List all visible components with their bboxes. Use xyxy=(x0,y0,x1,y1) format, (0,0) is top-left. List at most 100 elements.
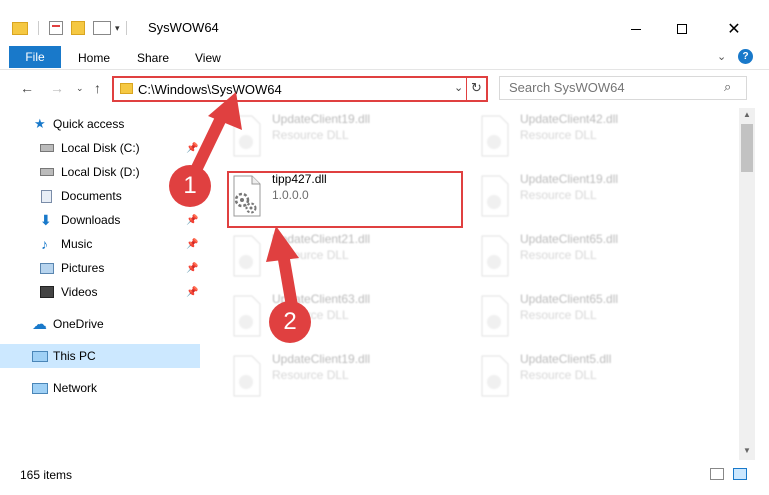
documents-icon xyxy=(41,189,52,203)
new-folder-icon[interactable] xyxy=(71,21,85,35)
sidebar-item-label: Local Disk (D:) xyxy=(61,165,140,179)
sidebar-item-label: Pictures xyxy=(61,261,105,275)
separator xyxy=(38,21,39,35)
file-list: UpdateClient19.dll Resource DLL tipp427.… xyxy=(206,108,739,460)
file-item[interactable]: UpdateClient63.dll Resource DLL xyxy=(228,290,468,342)
sidebar-item-videos[interactable]: Videos 📌 xyxy=(0,280,200,304)
tab-home[interactable]: Home xyxy=(78,51,110,65)
dll-file-icon xyxy=(481,115,509,157)
chevron-down-icon[interactable]: ▾ xyxy=(115,23,120,34)
search-box[interactable]: ⌕ xyxy=(499,76,747,100)
back-arrow-icon[interactable]: ← xyxy=(20,80,34,96)
address-row: ← → ⌄ ↑ C:\Windows\SysWOW64 ⌄ ↻ ⌕ xyxy=(0,70,769,106)
cloud-icon: ☁ xyxy=(32,316,47,333)
details-view-icon[interactable] xyxy=(710,468,724,480)
file-type: Resource DLL xyxy=(272,368,349,382)
file-item[interactable]: UpdateClient19.dll Resource DLL xyxy=(228,350,468,402)
address-bar[interactable]: C:\Windows\SysWOW64 ⌄ ↻ xyxy=(112,76,488,102)
pin-icon[interactable]: 📌 xyxy=(186,239,198,250)
recent-locations-chevron-icon[interactable]: ⌄ xyxy=(76,83,84,94)
maximize-icon xyxy=(677,24,687,34)
dll-file-icon xyxy=(233,115,261,157)
customize-toolbar-icon[interactable] xyxy=(93,21,111,35)
sidebar-item-pictures[interactable]: Pictures 📌 xyxy=(0,256,200,280)
dll-file-icon xyxy=(233,235,261,277)
close-button[interactable]: ✕ xyxy=(711,14,757,44)
network-icon xyxy=(32,382,48,394)
file-item[interactable]: UpdateClient65.dll Resource DLL xyxy=(476,230,716,282)
step-1-number: 1 xyxy=(183,172,197,199)
separator xyxy=(125,21,127,35)
pin-icon[interactable]: 📌 xyxy=(186,287,198,298)
properties-icon[interactable] xyxy=(49,21,63,35)
videos-icon xyxy=(40,286,54,298)
dll-file-icon xyxy=(481,355,509,397)
file-type: Resource DLL xyxy=(272,248,349,262)
large-icons-view-icon[interactable] xyxy=(733,468,747,480)
tab-share[interactable]: Share xyxy=(137,51,169,65)
file-type: Resource DLL xyxy=(520,368,597,382)
tab-file[interactable]: File xyxy=(9,46,61,68)
help-icon[interactable]: ? xyxy=(738,49,753,64)
expand-ribbon-icon[interactable]: ⌄ xyxy=(717,50,726,63)
item-count: 165 items xyxy=(20,468,73,482)
search-input[interactable] xyxy=(509,80,709,95)
dll-file-icon xyxy=(233,295,261,337)
sidebar-item-label: Local Disk (C:) xyxy=(61,141,140,155)
file-type: Resource DLL xyxy=(520,248,597,262)
forward-arrow-icon[interactable]: → xyxy=(50,80,64,96)
pin-icon[interactable]: 📌 xyxy=(186,215,198,226)
sidebar-item-documents[interactable]: Documents 📌 xyxy=(0,184,200,208)
file-item[interactable]: UpdateClient65.dll Resource DLL xyxy=(476,290,716,342)
quick-access-toolbar: ▾ xyxy=(12,18,127,38)
dll-file-icon xyxy=(481,295,509,337)
sidebar-item-local-disk-d[interactable]: Local Disk (D:) xyxy=(0,160,200,184)
sidebar-item-label: Music xyxy=(61,237,93,251)
download-icon: ⬇ xyxy=(40,211,52,228)
up-arrow-icon[interactable]: ↑ xyxy=(94,80,101,96)
tab-view[interactable]: View xyxy=(195,51,221,65)
sidebar-item-quick-access[interactable]: ★ Quick access xyxy=(0,112,200,136)
file-item[interactable]: UpdateClient19.dll Resource DLL xyxy=(228,110,468,162)
file-item[interactable]: UpdateClient5.dll Resource DLL xyxy=(476,350,716,402)
scroll-thumb[interactable] xyxy=(741,124,753,172)
sidebar-item-local-disk-c[interactable]: Local Disk (C:) 📌 xyxy=(0,136,200,160)
scroll-up-icon[interactable]: ▲ xyxy=(743,110,751,119)
window-title: SysWOW64 xyxy=(148,20,219,35)
chevron-down-icon[interactable]: ⌄ xyxy=(454,81,463,94)
star-icon: ★ xyxy=(34,116,46,131)
pin-icon[interactable]: 📌 xyxy=(186,143,198,154)
sidebar-item-this-pc[interactable]: This PC xyxy=(0,344,200,368)
file-name: UpdateClient21.dll xyxy=(272,232,371,246)
address-path: C:\Windows\SysWOW64 xyxy=(138,82,282,97)
music-icon: ♪ xyxy=(41,236,48,252)
folder-icon xyxy=(12,21,28,35)
search-icon[interactable]: ⌕ xyxy=(724,79,731,95)
pin-icon[interactable]: 📌 xyxy=(186,263,198,274)
sidebar-item-music[interactable]: ♪ Music 📌 xyxy=(0,232,200,256)
refresh-icon[interactable]: ↻ xyxy=(471,80,482,96)
sidebar-item-label: Quick access xyxy=(53,117,125,131)
sidebar-item-network[interactable]: Network xyxy=(0,376,200,400)
dll-file-icon xyxy=(233,355,261,397)
file-item[interactable]: UpdateClient19.dll Resource DLL xyxy=(476,170,716,222)
file-name: UpdateClient19.dll xyxy=(272,112,371,126)
vertical-scrollbar[interactable]: ▲ ▼ xyxy=(739,108,755,460)
pictures-icon xyxy=(40,262,54,274)
drive-icon xyxy=(40,144,54,152)
maximize-button[interactable] xyxy=(659,14,705,44)
scroll-down-icon[interactable]: ▼ xyxy=(743,446,751,455)
divider xyxy=(466,78,467,100)
file-name: UpdateClient19.dll xyxy=(272,352,371,366)
sidebar-item-onedrive[interactable]: ☁ OneDrive xyxy=(0,312,200,336)
minimize-button[interactable] xyxy=(613,14,659,44)
step-2-number: 2 xyxy=(283,308,297,335)
sidebar-item-label: Network xyxy=(53,381,98,395)
file-item[interactable]: UpdateClient42.dll Resource DLL xyxy=(476,110,716,162)
sidebar-item-downloads[interactable]: ⬇ Downloads 📌 xyxy=(0,208,200,232)
sidebar-item-label: Documents xyxy=(61,189,122,203)
ribbon: File Home Share View ⌄ ? xyxy=(0,44,769,70)
file-item[interactable]: UpdateClient21.dll Resource DLL xyxy=(228,230,468,282)
title-bar: ▾ SysWOW64 ✕ xyxy=(0,0,769,44)
file-name: UpdateClient5.dll xyxy=(520,352,612,366)
